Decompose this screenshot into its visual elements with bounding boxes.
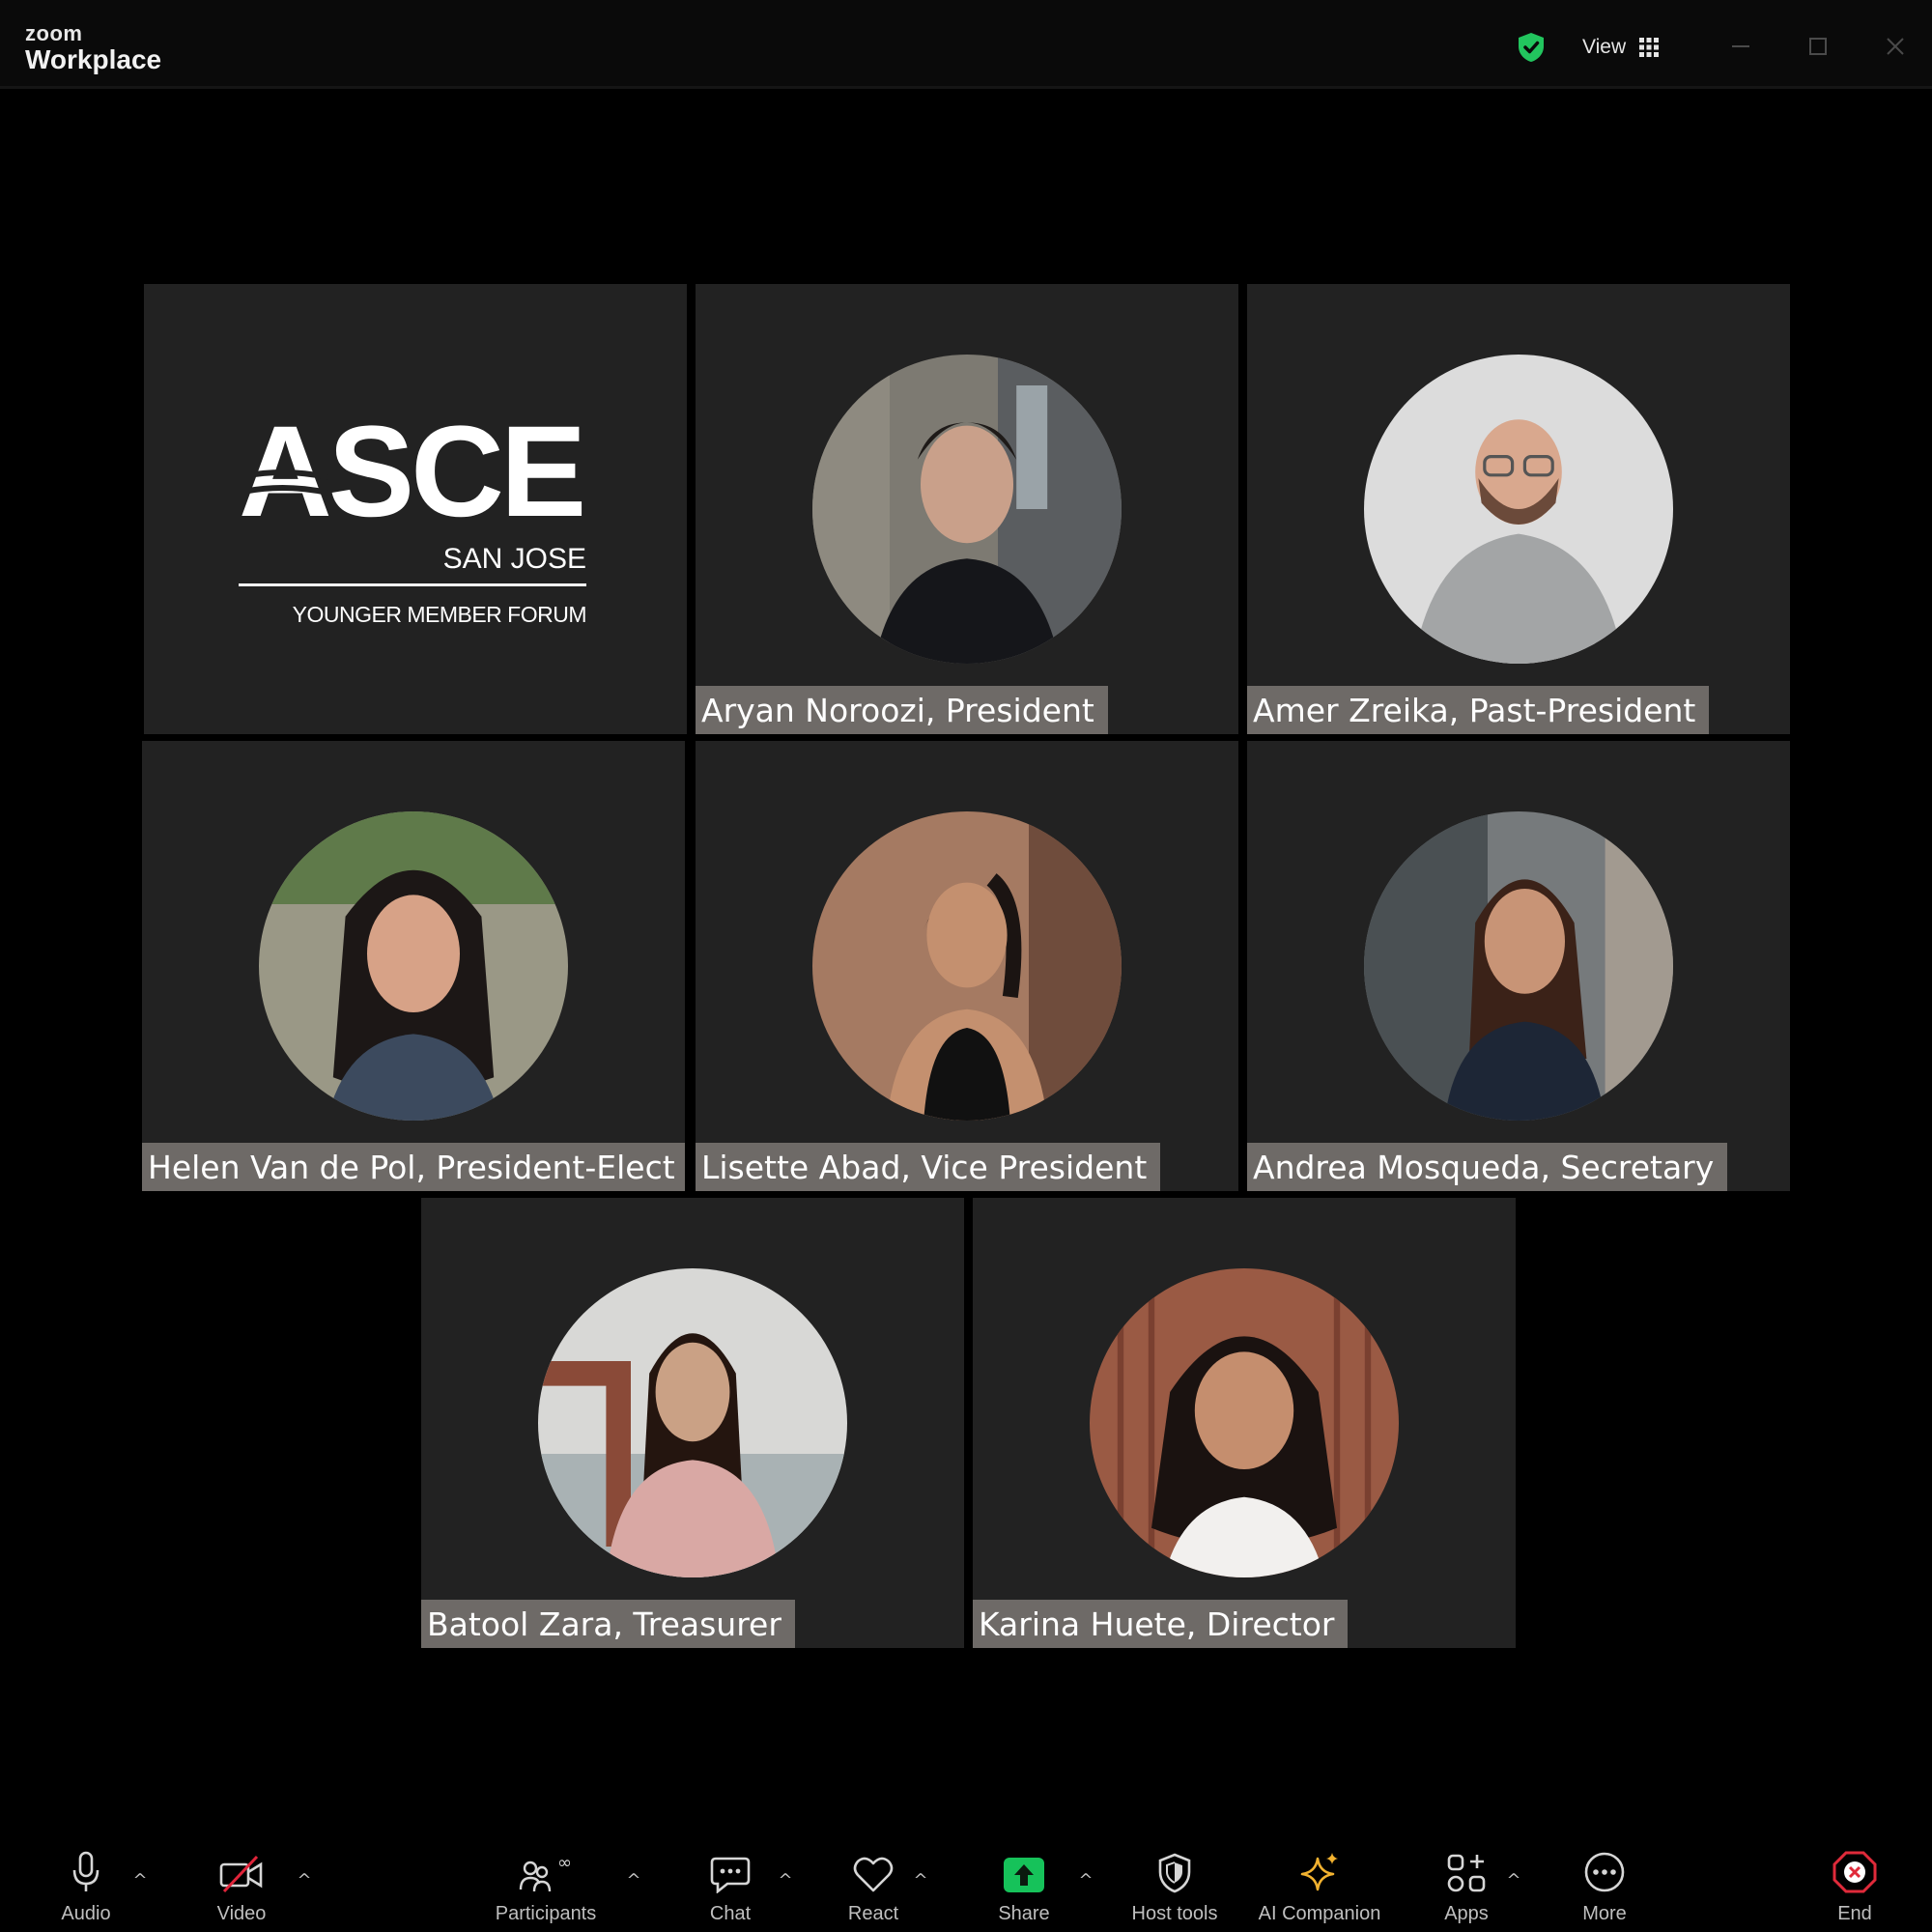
- participant-tile[interactable]: Lisette Abad, Vice President: [696, 741, 1238, 1191]
- share-button[interactable]: Share: [985, 1841, 1063, 1932]
- participants-button[interactable]: ∞ Participants: [483, 1841, 609, 1932]
- avatar: [812, 811, 1122, 1121]
- view-button[interactable]: View: [1565, 25, 1681, 70]
- avatar: [259, 811, 568, 1121]
- video-options-chevron-icon[interactable]: ^: [295, 1870, 314, 1890]
- more-button[interactable]: More: [1567, 1841, 1642, 1932]
- chat-icon: [710, 1857, 751, 1893]
- participant-tile[interactable]: Andrea Mosqueda, Secretary: [1247, 741, 1790, 1191]
- minimize-icon[interactable]: [1723, 29, 1758, 64]
- avatar: [538, 1268, 847, 1577]
- asce-logo: ASCE SAN JOSE YOUNGER MEMBER FORUM: [239, 408, 587, 628]
- title-bar: zoom Workplace View: [0, 0, 1932, 89]
- meeting-toolbar: Audio ^ Video ^ ∞ Participants ^ Chat ^ …: [0, 1841, 1932, 1932]
- maximize-icon[interactable]: [1801, 29, 1835, 64]
- avatar: [812, 355, 1122, 664]
- more-icon: [1584, 1852, 1625, 1892]
- brand-large: Workplace: [25, 44, 162, 74]
- audio-options-chevron-icon[interactable]: ^: [130, 1870, 150, 1890]
- sparkle-icon: [1300, 1853, 1338, 1891]
- view-label: View: [1582, 36, 1627, 58]
- participant-name-tag: Helen Van de Pol, President-Elect: [142, 1143, 685, 1191]
- chat-options-chevron-icon[interactable]: ^: [776, 1870, 795, 1890]
- avatar: [1364, 811, 1673, 1121]
- encryption-shield-icon[interactable]: [1515, 31, 1548, 64]
- microphone-icon: [72, 1851, 99, 1891]
- react-options-chevron-icon[interactable]: ^: [911, 1870, 930, 1890]
- share-screen-icon: [1004, 1858, 1044, 1892]
- participant-name-tag: Karina Huete, Director: [973, 1600, 1349, 1648]
- video-button[interactable]: Video: [203, 1841, 280, 1932]
- chat-button[interactable]: Chat: [696, 1841, 765, 1932]
- react-button[interactable]: React: [837, 1841, 910, 1932]
- participant-name-tag: Batool Zara, Treasurer: [421, 1600, 795, 1648]
- zoom-workplace-logo: zoom Workplace: [25, 23, 161, 73]
- participant-tile[interactable]: Aryan Noroozi, President: [696, 284, 1238, 734]
- logo-swoosh-icon: [239, 469, 328, 496]
- shield-icon: [1158, 1853, 1191, 1893]
- apps-options-chevron-icon[interactable]: ^: [1504, 1870, 1523, 1890]
- participant-name-tag: Aryan Noroozi, President: [696, 686, 1108, 734]
- participant-tile[interactable]: Karina Huete, Director: [973, 1198, 1516, 1648]
- heart-icon: [853, 1857, 894, 1892]
- avatar: [1090, 1268, 1399, 1577]
- end-meeting-icon: [1833, 1851, 1877, 1893]
- participant-name-tag: Amer Zreika, Past-President: [1247, 686, 1710, 734]
- group-name: YOUNGER MEMBER FORUM: [292, 602, 587, 627]
- ai-companion-button[interactable]: AI Companion: [1252, 1841, 1387, 1932]
- participants-icon: ∞: [519, 1855, 572, 1892]
- close-icon[interactable]: [1878, 29, 1913, 64]
- svg-text:∞: ∞: [557, 1855, 572, 1873]
- avatar: [1364, 355, 1673, 664]
- participant-tile[interactable]: Amer Zreika, Past-President: [1247, 284, 1790, 734]
- participant-tile[interactable]: Batool Zara, Treasurer: [421, 1198, 964, 1648]
- logo-tile[interactable]: ASCE SAN JOSE YOUNGER MEMBER FORUM: [144, 284, 687, 734]
- apps-icon: [1447, 1854, 1486, 1892]
- video-off-icon: [219, 1855, 263, 1893]
- end-button[interactable]: End: [1816, 1841, 1893, 1932]
- grid-icon: [1639, 38, 1660, 57]
- participant-name-tag: Lisette Abad, Vice President: [696, 1143, 1161, 1191]
- apps-button[interactable]: Apps: [1430, 1841, 1503, 1932]
- brand-small: zoom: [25, 21, 83, 45]
- audio-button[interactable]: Audio: [50, 1841, 122, 1932]
- participants-options-chevron-icon[interactable]: ^: [624, 1870, 643, 1890]
- host-tools-button[interactable]: Host tools: [1121, 1841, 1229, 1932]
- share-options-chevron-icon[interactable]: ^: [1076, 1870, 1095, 1890]
- chapter-name: SAN JOSE: [239, 543, 586, 586]
- participant-tile[interactable]: Helen Van de Pol, President-Elect: [142, 741, 685, 1191]
- participant-name-tag: Andrea Mosqueda, Secretary: [1247, 1143, 1728, 1191]
